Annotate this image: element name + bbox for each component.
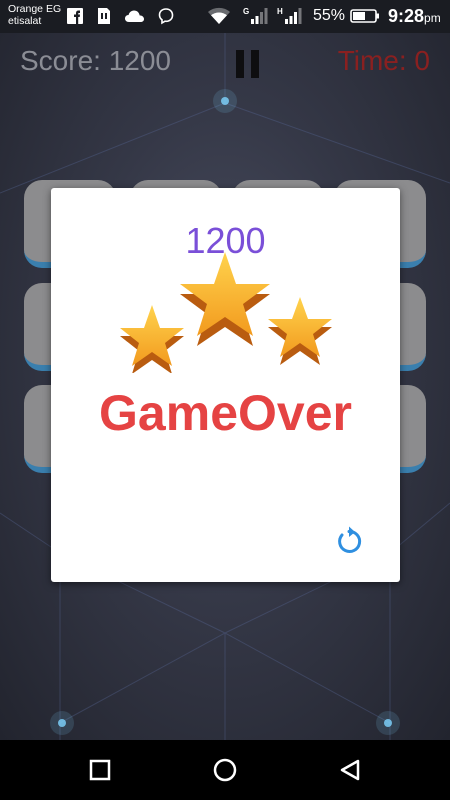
star-icon: [268, 297, 332, 365]
clock-ampm: pm: [424, 11, 441, 25]
home-icon[interactable]: [213, 758, 237, 782]
game-over-dialog: 1200 GameOver: [51, 188, 400, 582]
carrier-line1: Orange EG: [8, 3, 62, 15]
star-icon: [180, 252, 270, 346]
carrier-line2: etisalat: [8, 15, 42, 27]
cloud-icon: [125, 10, 144, 22]
score-label: Score: 1200: [20, 45, 171, 76]
battery-icon: [350, 9, 379, 23]
recent-apps-icon[interactable]: [88, 758, 112, 782]
pause-button[interactable]: [236, 50, 260, 78]
back-icon[interactable]: [338, 758, 362, 782]
star-icon: [120, 305, 184, 373]
pause-icon-bar-right: [251, 50, 259, 78]
clock-time: 9:28: [388, 6, 425, 26]
star-rating: [120, 252, 332, 373]
signal-h-icon: H: [277, 7, 302, 24]
battery-percent: 55%: [313, 7, 346, 24]
sim-card-icon: [98, 8, 110, 24]
game-over-title: GameOver: [99, 385, 352, 441]
replay-icon: [338, 526, 362, 553]
wifi-icon: [208, 7, 230, 24]
messenger-icon: [158, 8, 174, 25]
status-clock: 9:28pm: [388, 6, 441, 27]
time-label: Time: 0: [337, 45, 430, 76]
replay-button[interactable]: [333, 525, 365, 557]
status-bar: Orange EG etisalat G H 55% 9:28pm: [0, 0, 450, 33]
svg-text:G: G: [243, 7, 249, 16]
svg-text:H: H: [277, 7, 283, 16]
facebook-icon: [67, 8, 83, 24]
navigation-bar: [0, 740, 450, 800]
signal-g-icon: G: [243, 7, 268, 24]
carrier-label: Orange EG etisalat: [8, 3, 61, 27]
pause-icon-bar-left: [236, 50, 244, 78]
